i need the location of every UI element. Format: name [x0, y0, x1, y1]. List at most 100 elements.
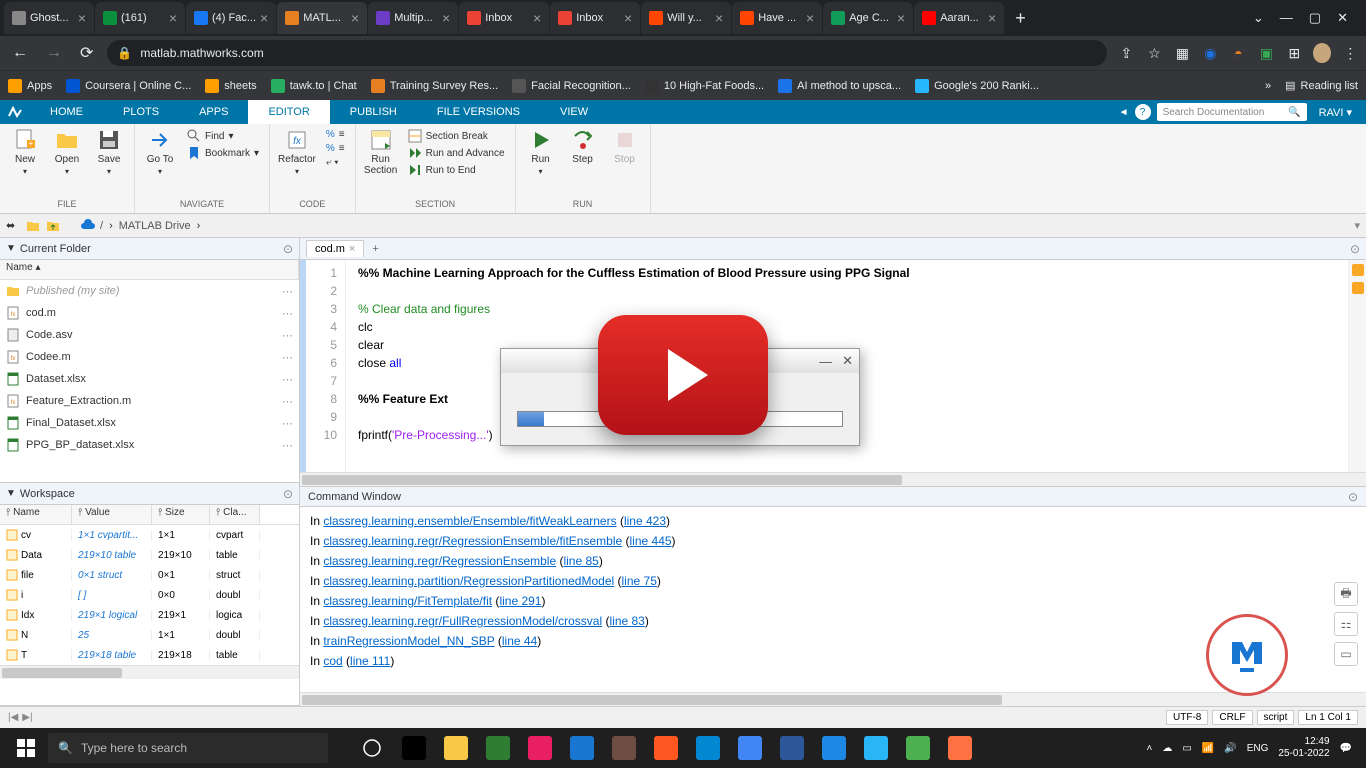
browser-tab[interactable]: (4) Fac...×: [186, 2, 276, 34]
workspace-row[interactable]: N251×1doubl: [0, 625, 299, 645]
line-link[interactable]: line 83: [609, 614, 644, 628]
close-tab-icon[interactable]: ×: [715, 10, 723, 26]
task-view-button[interactable]: [352, 732, 392, 764]
stack-link[interactable]: classreg.learning.regr/RegressionEnsembl…: [323, 534, 622, 548]
path-root[interactable]: /: [100, 220, 103, 232]
new-editor-tab-button[interactable]: +: [364, 243, 386, 255]
browser-tab[interactable]: Inbox×: [459, 2, 549, 34]
toolstrip-tab[interactable]: FILE VERSIONS: [417, 100, 540, 124]
close-tab-icon[interactable]: ×: [624, 10, 632, 26]
back-button[interactable]: ←: [8, 40, 32, 66]
reload-button[interactable]: ⟳: [76, 39, 97, 67]
close-tab-icon[interactable]: ×: [260, 10, 268, 26]
name-column-header[interactable]: Name ▴: [0, 260, 299, 279]
find-button[interactable]: Find ▾: [185, 128, 261, 144]
stack-link[interactable]: classreg.learning.partition/RegressionPa…: [323, 574, 614, 588]
forward-button[interactable]: →: [42, 40, 66, 66]
code-indent-icon[interactable]: % ≡: [324, 128, 347, 141]
browser-tab[interactable]: Aaran...×: [914, 2, 1004, 34]
taskbar-app-icon[interactable]: [688, 732, 728, 764]
bookmark-item[interactable]: Google's 200 Ranki...: [915, 79, 1039, 93]
stack-link[interactable]: classreg.learning.regr/FullRegressionMod…: [323, 614, 602, 628]
video-play-button[interactable]: [598, 315, 768, 435]
editor-options-icon[interactable]: ⊙: [1350, 242, 1360, 256]
stack-link[interactable]: classreg.learning.regr/RegressionEnsembl…: [323, 554, 556, 568]
bookmarks-overflow[interactable]: »: [1265, 80, 1271, 92]
file-menu-icon[interactable]: ⋯: [282, 439, 293, 452]
toolstrip-tab[interactable]: PUBLISH: [330, 100, 417, 124]
dock-print-icon[interactable]: 🖶: [1334, 582, 1358, 606]
profile-avatar[interactable]: [1313, 44, 1331, 62]
code-outdent-icon[interactable]: % ≡: [324, 142, 347, 155]
eol-status[interactable]: CRLF: [1212, 710, 1252, 725]
status-prev-icon[interactable]: |◀: [8, 712, 18, 723]
warning-icon[interactable]: [1352, 282, 1364, 294]
run-section-button[interactable]: Run Section: [364, 128, 398, 176]
notifications-button[interactable]: 💬: [1340, 743, 1352, 754]
file-row[interactable]: Published (my site)⋯: [0, 280, 299, 302]
command-window-header[interactable]: Command Window ⊙: [300, 487, 1366, 507]
workspace-row[interactable]: Data219×10 table219×10table: [0, 545, 299, 565]
step-button[interactable]: Step: [566, 128, 600, 165]
file-menu-icon[interactable]: ⋯: [282, 373, 293, 386]
toolstrip-tab[interactable]: APPS: [179, 100, 248, 124]
tray-wifi-icon[interactable]: 📶: [1202, 743, 1214, 754]
close-tab-icon[interactable]: ×: [169, 10, 177, 26]
taskbar-app-icon[interactable]: [604, 732, 644, 764]
bookmark-item[interactable]: Apps: [8, 79, 52, 93]
column-header[interactable]: ⫯ Name: [0, 505, 72, 524]
toolstrip-tab[interactable]: EDITOR: [248, 100, 329, 124]
path-folder-icon[interactable]: [26, 219, 40, 233]
dock-window-icon[interactable]: ▭: [1334, 642, 1358, 666]
taskbar-search[interactable]: 🔍 Type here to search: [48, 733, 328, 763]
goto-button[interactable]: Go To▾: [143, 128, 177, 176]
dock-layout-icon[interactable]: ⚏: [1334, 612, 1358, 636]
bookmark-item[interactable]: AI method to upsca...: [778, 79, 901, 93]
taskbar-clock[interactable]: 12:49 25-01-2022: [1278, 736, 1329, 760]
bookmark-item[interactable]: Training Survey Res...: [371, 79, 498, 93]
taskbar-app-icon[interactable]: [730, 732, 770, 764]
browser-tab[interactable]: Multip...×: [368, 2, 458, 34]
workspace-scrollbar[interactable]: [0, 665, 299, 679]
path-up-icon[interactable]: [46, 219, 60, 233]
column-header[interactable]: ⫯ Size: [152, 505, 210, 524]
toolstrip-tab[interactable]: VIEW: [540, 100, 608, 124]
new-tab-button[interactable]: +: [1005, 8, 1036, 29]
file-row[interactable]: fxcod.m⋯: [0, 302, 299, 324]
browser-tab[interactable]: Age C...×: [823, 2, 913, 34]
qr-icon[interactable]: ▦: [1173, 44, 1191, 62]
file-row[interactable]: fxFeature_Extraction.m⋯: [0, 390, 299, 412]
status-next-icon[interactable]: ▶|: [22, 712, 32, 723]
bookmark-item[interactable]: Coursera | Online C...: [66, 79, 191, 93]
browser-tab[interactable]: (161)×: [95, 2, 185, 34]
tray-meet-icon[interactable]: ▭: [1182, 743, 1191, 754]
column-header[interactable]: ⫯ Cla...: [210, 505, 260, 524]
close-tab-icon[interactable]: ×: [806, 10, 814, 26]
ext-icon-2[interactable]: ◓: [1229, 44, 1247, 62]
run-to-end-button[interactable]: Run to End: [406, 162, 507, 178]
browser-tab[interactable]: Inbox×: [550, 2, 640, 34]
line-link[interactable]: line 445: [630, 534, 672, 548]
path-drive[interactable]: MATLAB Drive: [119, 220, 191, 232]
close-window-button[interactable]: ✕: [1337, 10, 1348, 26]
close-tab-icon[interactable]: ×: [442, 10, 450, 26]
taskbar-app-icon[interactable]: [940, 732, 980, 764]
file-menu-icon[interactable]: ⋯: [282, 417, 293, 430]
panel-options-icon[interactable]: ⊙: [1348, 490, 1358, 504]
user-menu[interactable]: RAVI ▾: [1313, 106, 1358, 119]
taskbar-app-icon[interactable]: [436, 732, 476, 764]
tray-lang[interactable]: ENG: [1247, 743, 1269, 754]
close-dialog-button[interactable]: ✕: [842, 353, 853, 369]
bookmark-item[interactable]: Facial Recognition...: [512, 79, 631, 93]
file-row[interactable]: Code.asv⋯: [0, 324, 299, 346]
minimize-dialog-button[interactable]: —: [819, 354, 832, 369]
close-tab-icon[interactable]: ×: [897, 10, 905, 26]
tray-overflow-icon[interactable]: ˄: [1147, 743, 1153, 754]
taskbar-app-icon[interactable]: [772, 732, 812, 764]
workspace-row[interactable]: i[ ]0×0doubl: [0, 585, 299, 605]
workspace-row[interactable]: cv1×1 cvpartit...1×1cvpart: [0, 525, 299, 545]
stack-link[interactable]: classreg.learning/FitTemplate/fit: [323, 594, 492, 608]
start-button[interactable]: [8, 732, 44, 764]
workspace-row[interactable]: file0×1 struct0×1struct: [0, 565, 299, 585]
toolstrip-tab[interactable]: PLOTS: [103, 100, 179, 124]
